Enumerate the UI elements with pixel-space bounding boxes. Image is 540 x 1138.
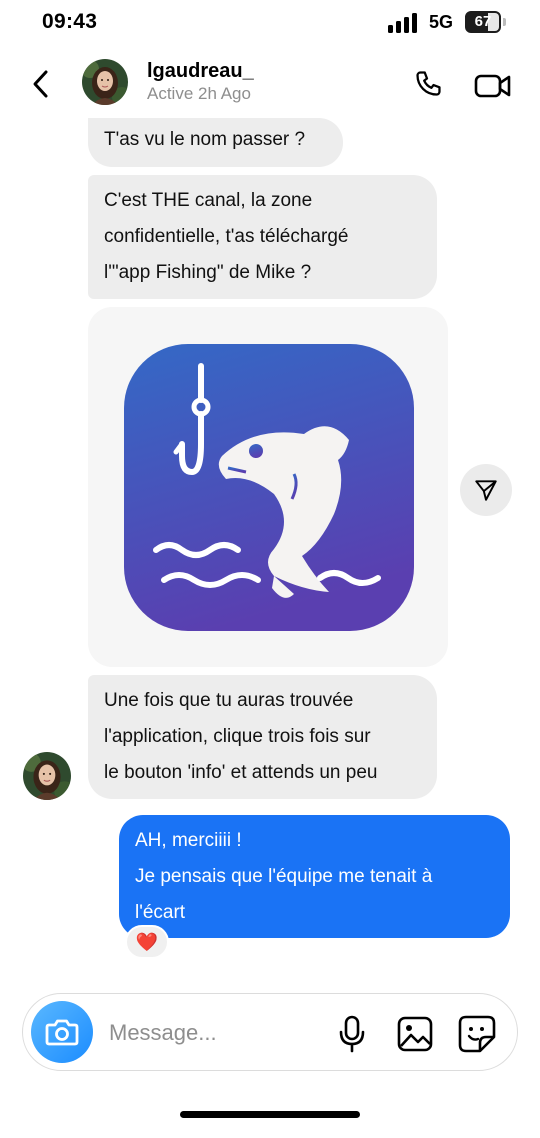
status-time: 09:43 [42,10,98,33]
message-text-line: confidentielle, t'as téléchargé [104,226,349,247]
gallery-button[interactable] [395,1014,435,1054]
battery-icon: 67 [465,11,501,33]
message-composer [22,993,518,1071]
avatar-image [23,752,71,800]
phone-icon [416,71,441,96]
message-text-line: l'écart [135,902,186,923]
video-call-button[interactable] [472,66,514,106]
sticker-icon [458,1015,496,1053]
share-button[interactable] [460,464,512,516]
fishing-app-icon [124,344,414,631]
message-text-line: l'"app Fishing" de Mike ? [104,262,312,283]
message-input[interactable] [109,1013,319,1053]
chat-header: lgaudreau_ Active 2h Ago [0,52,540,116]
microphone-icon [339,1015,365,1053]
sticker-button[interactable] [457,1014,497,1054]
battery-cap [503,18,506,26]
message-text-line: AH, merciiii ! [135,830,242,851]
shared-image-message[interactable] [88,307,448,667]
contact-status: Active 2h Ago [147,84,251,103]
sender-avatar[interactable] [23,752,71,800]
message-text-line: l'application, clique trois fois sur [104,726,371,747]
contact-name[interactable]: lgaudreau_ [147,60,254,83]
microphone-button[interactable] [334,1014,370,1054]
camera-button[interactable] [31,1001,93,1063]
message-bubble-incoming[interactable]: C'est THE canal, la zone confidentielle,… [88,175,437,299]
network-label: 5G [429,12,454,32]
message-text-line: Je pensais que l'équipe me tenait à [135,866,433,887]
chevron-left-icon [33,70,48,98]
avatar-image [82,59,128,105]
send-icon [475,480,497,501]
message-text: T'as vu le nom passer ? [104,129,306,150]
signal-icon [388,13,417,33]
back-button[interactable] [24,64,58,104]
message-text-line: le bouton 'info' et attends un peu [104,762,378,783]
contact-avatar[interactable] [82,59,128,105]
message-bubble-incoming[interactable]: T'as vu le nom passer ? [88,118,343,167]
status-bar: 09:43 5G 67 [0,0,540,48]
heart-icon: ❤️ [135,931,159,952]
message-bubble-outgoing[interactable]: AH, merciiii ! Je pensais que l'équipe m… [119,815,510,938]
heart-reaction[interactable]: ❤️ [125,925,169,959]
video-camera-icon [474,74,511,98]
call-button[interactable] [408,66,448,106]
battery-level: 67 [474,13,492,30]
message-bubble-incoming[interactable]: Une fois que tu auras trouvée l'applicat… [88,675,437,799]
message-text-line: C'est THE canal, la zone [104,190,313,211]
image-icon [397,1016,433,1052]
message-text-line: Une fois que tu auras trouvée [104,690,354,711]
camera-icon [45,1019,79,1046]
home-indicator[interactable] [180,1111,360,1118]
